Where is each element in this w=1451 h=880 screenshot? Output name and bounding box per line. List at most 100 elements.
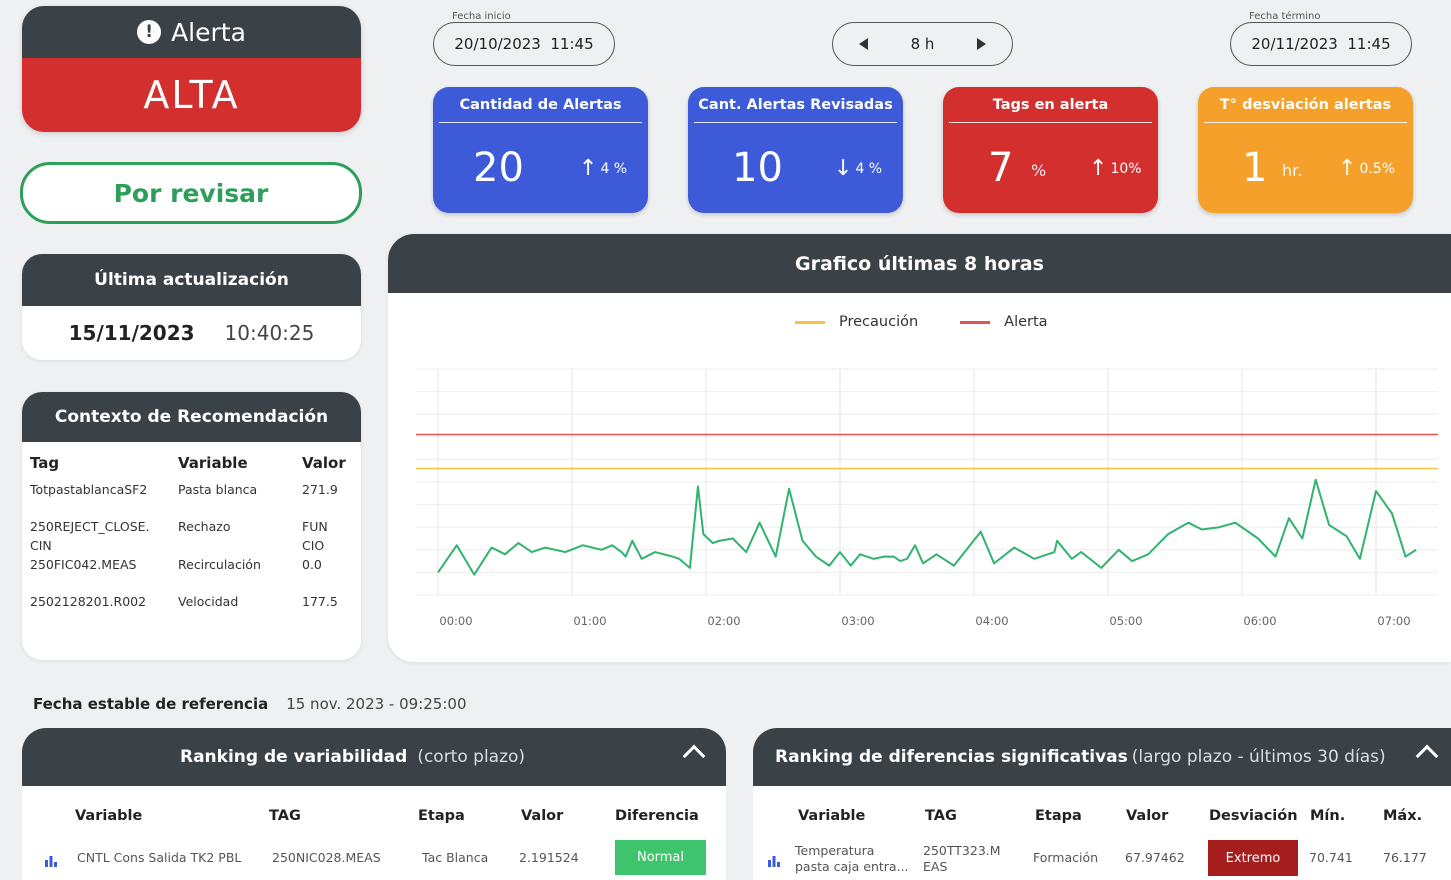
range-selector: 8 h [832, 22, 1013, 66]
context-cell: Pasta blanca [178, 482, 258, 497]
context-cell: Rechazo [178, 519, 231, 534]
kpi-delta-value: 10% [1110, 161, 1142, 177]
date-end-value: 20/11/2023 11:45 [1251, 35, 1391, 53]
ranking-variability-panel: Ranking de variabilidad (corto plazo) Va… [22, 728, 726, 880]
kpi-delta: ↑ 0.5% [1338, 158, 1396, 180]
cell-variable: Temperatura pasta caja entra... [795, 843, 909, 874]
context-cell: Recirculación [178, 557, 261, 572]
bar-chart-icon[interactable] [44, 853, 58, 867]
col-header-min: Mín. [1310, 808, 1346, 824]
x-tick-label: 00:00 [439, 614, 472, 628]
x-tick-label: 03:00 [841, 614, 874, 628]
ranking-differences-header[interactable]: Ranking de diferencias significativas (l… [753, 728, 1451, 786]
reference-date: Fecha estable de referencia 15 nov. 2023… [33, 695, 466, 713]
arrow-up-icon: ↑ [1089, 156, 1108, 181]
arrow-up-icon: ↑ [579, 156, 598, 181]
context-cell: 0.0 [302, 557, 322, 572]
context-header-valor: Valor [302, 454, 346, 472]
table-row: 250FIC042.MEAS Recirculación 0.0 [30, 555, 352, 592]
cell-tag: 250TT323.M EAS [923, 843, 1001, 874]
x-tick-label: 01:00 [573, 614, 606, 628]
kpi-unit: % [1031, 161, 1047, 180]
context-header-variable: Variable [178, 454, 248, 472]
kpi-delta-value: 4 % [855, 161, 883, 177]
prev-range-icon[interactable] [859, 38, 868, 50]
chevron-up-icon[interactable] [682, 744, 706, 768]
alert-title: Alerta [171, 17, 246, 47]
chevron-up-icon[interactable] [1415, 744, 1439, 768]
cell-valor: 67.97462 [1125, 850, 1185, 865]
bar-chart-icon[interactable] [767, 853, 781, 867]
kpi-value: 1 [1242, 145, 1268, 191]
col-header-valor: Valor [521, 808, 564, 824]
cell-tag: 250NIC028.MEAS [272, 850, 381, 865]
last-update-title: Última actualización [22, 254, 361, 306]
context-card: Contexto de Recomendación Tag Variable V… [22, 392, 361, 660]
context-cell: 271.9 [302, 482, 338, 497]
kpi-delta-value: 0.5% [1359, 161, 1396, 177]
chart-card: Grafico últimas 8 horas Precaución Alert… [388, 234, 1451, 662]
arrow-down-icon: ↓ [834, 156, 853, 181]
kpi-title: Cant. Alertas Revisadas [694, 87, 897, 123]
kpi-title: Tags en alerta [949, 87, 1152, 123]
ranking-variability-subtitle: (corto plazo) [417, 747, 526, 767]
context-cell: 177.5 [302, 594, 338, 609]
col-header-etapa: Etapa [1035, 808, 1082, 824]
status-badge: Normal [615, 840, 706, 875]
kpi-title: Cantidad de Alertas [439, 87, 642, 123]
date-start-label: Fecha inicio [448, 11, 515, 22]
table-row: 250REJECT_CLOSE. CIN Rechazo FUN CIO [30, 517, 352, 555]
context-header-tag: Tag [30, 454, 60, 472]
cell-min: 70.741 [1309, 850, 1353, 865]
ranking-differences-title: Ranking de diferencias significativas [775, 747, 1128, 767]
kpi-delta-value: 4 % [600, 161, 628, 177]
next-range-icon[interactable] [976, 38, 986, 50]
cell-valor: 2.191524 [519, 850, 579, 865]
x-tick-label: 04:00 [975, 614, 1008, 628]
ranking-differences-panel: Ranking de diferencias significativas (l… [753, 728, 1451, 880]
exclamation-icon: ! [137, 20, 162, 44]
x-tick-label: 06:00 [1243, 614, 1276, 628]
kpi-value: 10 [732, 145, 783, 191]
col-header-tag: TAG [925, 808, 957, 824]
table-row: TotpastablancaSF2 Pasta blanca 271.9 [30, 480, 352, 517]
x-tick-label: 02:00 [707, 614, 740, 628]
date-end-label: Fecha término [1245, 11, 1325, 22]
kpi-value: 20 [473, 145, 524, 191]
cell-variable: CNTL Cons Salida TK2 PBL [77, 850, 242, 865]
col-header-variable: Variable [798, 808, 866, 824]
alert-header: ! Alerta [22, 6, 361, 58]
col-header-variable: Variable [75, 808, 143, 824]
col-header-valor: Valor [1126, 808, 1169, 824]
kpi-delta: ↑ 10% [1089, 156, 1142, 181]
ranking-variability-header[interactable]: Ranking de variabilidad (corto plazo) [22, 728, 726, 786]
reference-label: Fecha estable de referencia [33, 695, 269, 713]
kpi-card-reviewed-count: Cant. Alertas Revisadas 10 ↓ 4 % [688, 87, 903, 213]
ranking-variability-title: Ranking de variabilidad [180, 747, 408, 767]
context-cell: Velocidad [178, 594, 239, 609]
col-header-max: Máx. [1383, 808, 1423, 824]
date-start-value: 20/10/2023 11:45 [454, 35, 594, 53]
table-row: 2502128201.R002 Velocidad 177.5 [30, 592, 352, 629]
review-button[interactable]: Por revisar [20, 162, 362, 224]
kpi-title: T° desviación alertas [1204, 87, 1407, 123]
kpi-delta: ↑ 4 % [579, 156, 628, 181]
ranking-differences-subtitle: (largo plazo - últimos 30 días) [1131, 747, 1386, 767]
col-header-etapa: Etapa [418, 808, 465, 824]
context-cell: TotpastablancaSF2 [30, 482, 148, 497]
kpi-delta: ↓ 4 % [834, 156, 883, 181]
context-cell: 250FIC042.MEAS [30, 557, 137, 572]
context-table: Tag Variable Valor TotpastablancaSF2 Pas… [30, 454, 352, 629]
line-chart: 00:00 01:00 02:00 03:00 04:00 05:00 06:00 07:00 [416, 368, 1438, 628]
kpi-value: 7 [988, 145, 1014, 191]
alert-level: ALTA [22, 58, 361, 132]
last-update-time: 10:40:25 [224, 321, 315, 345]
date-start-field[interactable]: 20/10/2023 11:45 [433, 22, 615, 66]
context-title: Contexto de Recomendación [22, 392, 361, 442]
col-header-desviacion: Desviación [1209, 808, 1298, 824]
chart-title: Grafico últimas 8 horas [388, 234, 1451, 293]
col-header-tag: TAG [269, 808, 301, 824]
alert-card: ! Alerta ALTA [22, 6, 361, 132]
context-cell: 2502128201.R002 [30, 594, 147, 609]
date-end-field[interactable]: 20/11/2023 11:45 [1230, 22, 1412, 66]
